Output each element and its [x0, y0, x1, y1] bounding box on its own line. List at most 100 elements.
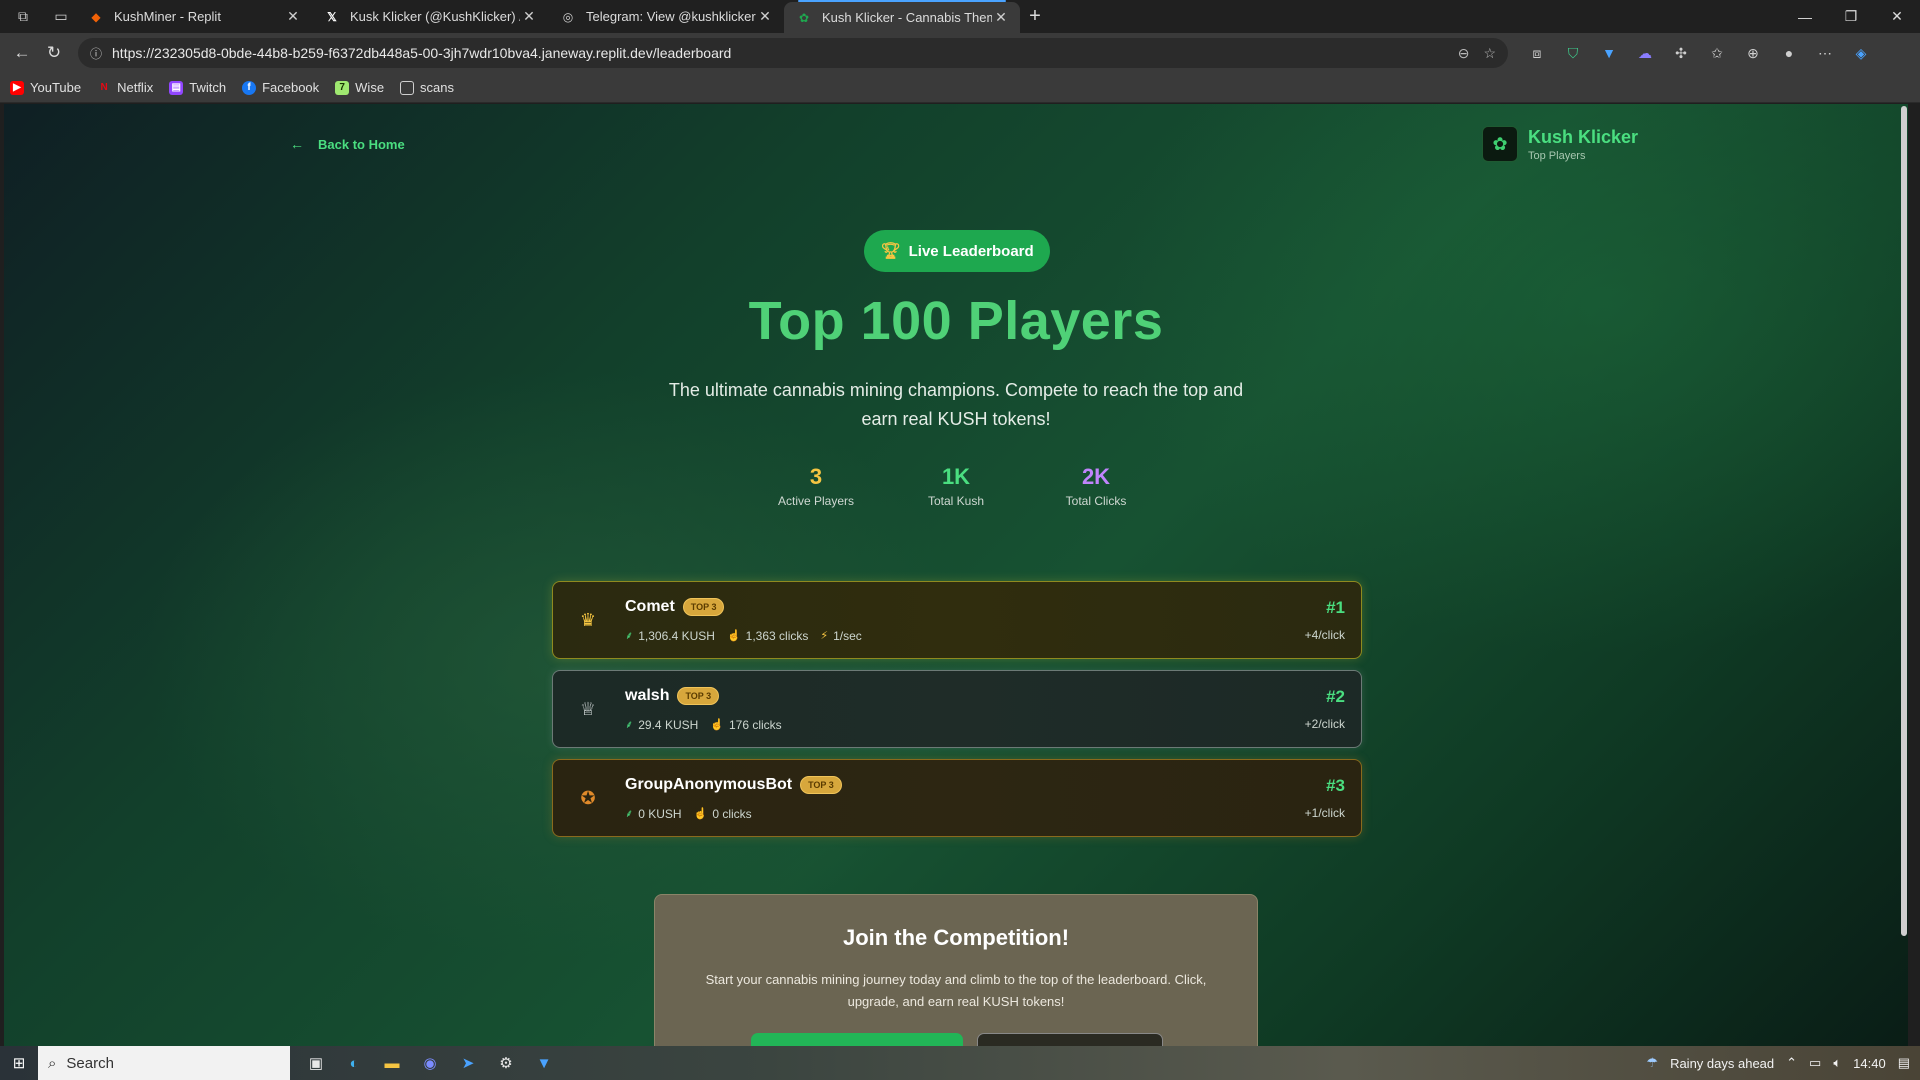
leaderboard-row[interactable]: ♛ Comet TOP 3 ⸙ 1,306.4 KUSH ☝ 1,363 click… [552, 581, 1362, 659]
top3-badge: TOP 3 [682, 598, 725, 616]
navigation-bar: ← ↻ ⓘ https://232305d8-0bde-44b8-b259-f6… [0, 33, 1920, 73]
back-label: Back to Home [318, 136, 405, 152]
tab-title: Telegram: View @kushklicker [586, 9, 756, 24]
facebook-icon: f [242, 80, 257, 95]
cannabis-icon: ✿ [798, 10, 810, 25]
trophy-icon: ♕ [579, 698, 597, 719]
brand-name: Kush Klicker [1528, 126, 1639, 147]
close-icon[interactable]: ✕ [284, 8, 302, 25]
windows-start-icon[interactable]: ⊞ [0, 1046, 38, 1080]
arrow-left-icon: ← [290, 136, 304, 152]
bookmark-wise[interactable]: 7 Wise [335, 80, 384, 95]
new-tab-button[interactable]: + [1020, 2, 1050, 32]
site-info-icon[interactable]: ⓘ [90, 45, 102, 62]
trophy-icon: 🏆︎ [880, 243, 901, 260]
volume-icon[interactable]: 🔈︎ [1833, 1055, 1841, 1071]
bookmark-folder-scans[interactable]: scans [400, 80, 454, 95]
weather-text[interactable]: Rainy days ahead [1670, 1056, 1774, 1071]
bookmark-label: Wise [355, 80, 385, 95]
secondary-cta-button[interactable] [977, 1033, 1163, 1046]
vpn-icon[interactable]: ▼ [528, 1047, 560, 1079]
leaderboard-list: ♛ Comet TOP 3 ⸙ 1,306.4 KUSH ☝ 1,363 click… [552, 581, 1362, 848]
netflix-icon: N [100, 82, 108, 93]
network-icon[interactable]: ▭ [1809, 1055, 1821, 1071]
lightning-icon: ⚡︎ [820, 630, 829, 642]
stat-value: 2K [1081, 464, 1111, 489]
brand-header[interactable]: ✿ Kush Klicker Top Players [1482, 126, 1638, 162]
pointer-icon: ☝ [710, 719, 724, 731]
tab-kushminer-replit[interactable]: ◆ KushMiner - Replit ✕ [76, 0, 312, 33]
taskbar-apps: ▣ ◐ ▬ ◉ ➤ ⚙ ▼ [300, 1047, 560, 1079]
more-options-icon[interactable]: ⋯ [1810, 38, 1840, 68]
pointer-icon: ☝ [693, 808, 708, 820]
primary-cta-button[interactable] [751, 1033, 963, 1046]
leaderboard-row[interactable]: ♕ walsh TOP 3 ⸙ 29.4 KUSH ☝ 176 clicks #2 … [552, 670, 1362, 748]
chevron-up-icon[interactable]: ⌃ [1786, 1055, 1797, 1071]
edge-icon[interactable]: ◐ [338, 1047, 370, 1079]
player-per-click: +2/click [1304, 717, 1345, 731]
minimize-icon[interactable]: — [1782, 0, 1828, 33]
favorites-icon[interactable]: ✩ [1702, 38, 1732, 68]
refresh-icon[interactable]: ↻ [38, 37, 70, 69]
close-icon[interactable]: ✕ [520, 8, 538, 25]
restore-icon[interactable]: ❐ [1828, 0, 1874, 33]
leaf-icon: ⸙ [625, 719, 634, 731]
stat-label: Active Players [777, 494, 855, 508]
wise-icon: 7 [335, 80, 350, 95]
bookmark-youtube[interactable]: ▶ YouTube [10, 80, 81, 95]
back-arrow-icon[interactable]: ← [6, 37, 38, 69]
bookmarks-bar: ▶ YouTube N Netflix ▤ Twitch f Facebook … [0, 73, 1920, 103]
close-window-icon[interactable]: ✕ [1874, 0, 1920, 33]
bookmark-facebook[interactable]: f Facebook [242, 80, 319, 95]
scrollbar[interactable] [1900, 104, 1908, 1046]
bookmark-twitch[interactable]: ▤ Twitch [169, 80, 226, 95]
close-icon[interactable]: ✕ [756, 8, 774, 25]
top3-badge: TOP 3 [677, 687, 720, 705]
close-icon[interactable]: ✕ [992, 9, 1010, 26]
youtube-icon: ▶ [10, 80, 24, 95]
player-kush: 1,306.4 KUSH [638, 628, 715, 643]
player-per-click: +4/click [1304, 628, 1345, 642]
discord-icon[interactable]: ◉ [414, 1047, 446, 1079]
player-clicks: 176 clicks [728, 717, 782, 732]
profile-icon[interactable]: ● [1774, 38, 1804, 68]
pointer-icon: ☝ [726, 630, 741, 642]
twitch-icon: ▤ [169, 80, 184, 95]
stat-total-clicks: 2K Total Clicks [1055, 464, 1137, 508]
copilot-icon[interactable]: ◈ [1846, 38, 1876, 68]
stat-active-players: 3 Active Players [775, 464, 857, 508]
taskbar-search[interactable]: ⌕ Search [38, 1046, 290, 1080]
puzzle-icon[interactable]: ✣ [1666, 38, 1696, 68]
leaderboard-row[interactable]: ✪ GroupAnonymousBot TOP 3 ⸙ 0 KUSH ☝ 0 cli… [552, 759, 1362, 837]
player-rank: #3 [1326, 776, 1345, 795]
zoom-icon[interactable]: ⊖ [1458, 45, 1470, 62]
vpn-icon[interactable]: ▼ [1594, 38, 1624, 68]
tab-telegram[interactable]: ◎ Telegram: View @kushklicker ✕ [548, 0, 784, 33]
player-name: walsh [625, 687, 670, 704]
shield-icon[interactable]: ⛉ [1558, 38, 1588, 68]
extension-icon[interactable]: ☁ [1630, 38, 1660, 68]
address-bar[interactable]: ⓘ https://232305d8-0bde-44b8-b259-f6372d… [78, 38, 1508, 68]
search-icon: ⌕ [48, 1054, 57, 1072]
extension-icon[interactable]: ⧈ [1522, 38, 1552, 68]
favorite-star-icon[interactable]: ☆ [1483, 45, 1496, 62]
telegram-icon[interactable]: ➤ [452, 1047, 484, 1079]
medal-icon: ✪ [580, 787, 596, 808]
collections-icon[interactable]: ⊕ [1738, 38, 1768, 68]
file-explorer-icon[interactable]: ▬ [376, 1047, 408, 1079]
scrollbar-thumb[interactable] [1901, 106, 1907, 936]
tab-actions-icon[interactable]: ▭ [46, 2, 76, 32]
url-text[interactable]: https://232305d8-0bde-44b8-b259-f6372db4… [112, 45, 1444, 61]
tab-kusk-klicker-x[interactable]: 𝕏 Kusk Klicker (@KushKlicker) / X ✕ [312, 0, 548, 33]
weather-icon[interactable]: ☂ [1646, 1055, 1658, 1071]
tab-kush-klicker[interactable]: ✿ Kush Klicker - Cannabis Themed C ✕ [784, 0, 1020, 33]
stats-row: 3 Active Players 1K Total Kush 2K Total … [4, 464, 1908, 508]
clock[interactable]: 14:40 [1853, 1056, 1886, 1071]
bookmark-netflix[interactable]: N Netflix [97, 80, 153, 95]
notifications-icon[interactable]: ▤ [1898, 1055, 1910, 1071]
steam-icon[interactable]: ⚙ [490, 1047, 522, 1079]
task-view-icon[interactable]: ▣ [300, 1047, 332, 1079]
join-title: Join the Competition! [842, 925, 1070, 950]
workspaces-icon[interactable]: ⧉ [8, 2, 38, 32]
back-to-home-link[interactable]: ← Back to Home [290, 136, 405, 152]
